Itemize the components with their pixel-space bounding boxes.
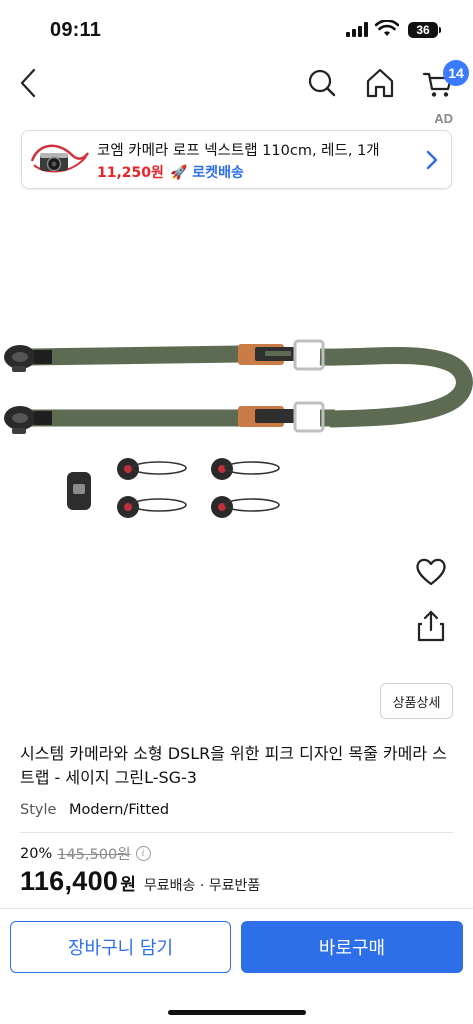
cellular-signal-icon (346, 22, 368, 37)
divider (20, 832, 453, 833)
style-row: Style Modern/Fitted (20, 802, 169, 818)
discount-row: 20% 145,500원 i (20, 843, 151, 864)
anchor-link-3 (117, 496, 187, 518)
anchor-link-2 (211, 458, 280, 480)
price-row: 116,400 원 무료배송 · 무료반품 (20, 866, 260, 897)
buy-now-button[interactable]: 바로구매 (241, 921, 463, 973)
search-icon[interactable] (306, 66, 338, 100)
add-to-cart-button[interactable]: 장바구니 담기 (10, 921, 231, 973)
status-bar: 09:11 36 (0, 0, 473, 58)
status-time: 09:11 (50, 19, 102, 41)
style-value: Modern/Fitted (69, 802, 170, 818)
info-icon[interactable]: i (135, 846, 151, 861)
heart-icon[interactable] (414, 556, 448, 588)
anchor-link-1 (117, 458, 187, 480)
discount-rate: 20% (20, 845, 53, 862)
product-detail-button[interactable]: 상품상세 (380, 683, 453, 719)
ad-banner[interactable]: 코엠 카메라 로프 넥스트랩 110cm, 레드, 1개 11,250원 🚀 로… (21, 130, 452, 189)
anchor-link-4 (211, 496, 280, 518)
battery-cap (439, 27, 441, 33)
share-icon[interactable] (416, 609, 446, 643)
back-chevron-icon[interactable] (14, 66, 44, 100)
home-indicator[interactable] (168, 1010, 306, 1015)
currency: 원 (120, 875, 136, 895)
ad-camera-thumbnail (30, 144, 90, 173)
rocket-delivery-label: 🚀 로켓배송 (170, 165, 244, 181)
anchor-mount-plate (67, 472, 91, 510)
battery-icon: 36 (408, 22, 438, 38)
shipping-info: 무료배송 · 무료반품 (143, 878, 261, 894)
original-price: 145,500원 (57, 847, 131, 863)
product-image[interactable] (0, 200, 473, 720)
ad-price: 11,250원 (97, 165, 164, 181)
cart-count-badge: 14 (443, 60, 469, 86)
ad-title: 코엠 카메라 로프 넥스트랩 110cm, 레드, 1개 (97, 143, 380, 159)
bottom-action-bar: 장바구니 담기 바로구매 (0, 908, 473, 1024)
product-title: 시스템 카메라와 소형 DSLR을 위한 피크 디자인 목줄 카메라 스트랩 -… (20, 744, 447, 787)
wifi-icon (375, 20, 399, 36)
strap-lower (30, 401, 335, 433)
style-key: Style (20, 802, 57, 818)
sale-price: 116,400 (20, 866, 119, 896)
chevron-right-icon (426, 150, 438, 170)
home-icon[interactable] (364, 66, 396, 100)
ad-label: AD (434, 111, 453, 126)
top-nav (0, 58, 473, 108)
